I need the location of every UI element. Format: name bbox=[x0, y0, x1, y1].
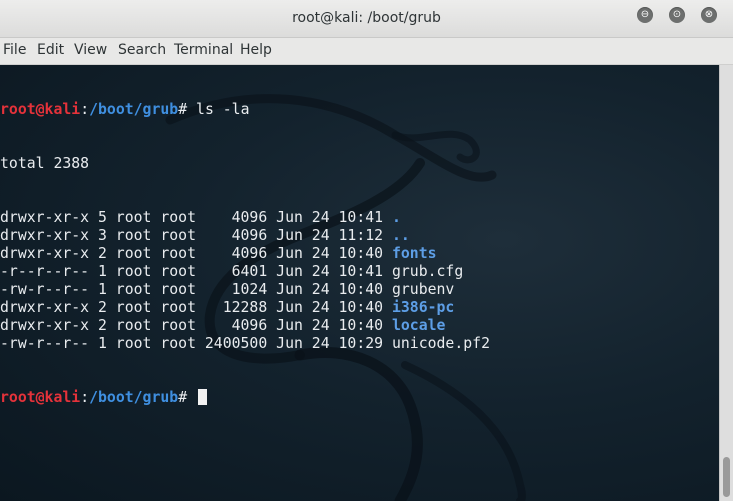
file-meta: drwxr-xr-x 5 root root 4096 Jun 24 10:41 bbox=[0, 209, 392, 226]
listing-row: drwxr-xr-x 3 root root 4096 Jun 24 11:12… bbox=[0, 227, 490, 245]
file-meta: drwxr-xr-x 2 root root 12288 Jun 24 10:4… bbox=[0, 299, 392, 316]
total-line: total 2388 bbox=[0, 155, 90, 172]
file-name: unicode.pf2 bbox=[391, 335, 490, 352]
command-line: root@kali:/boot/grub# ls -la bbox=[0, 101, 490, 119]
file-meta: drwxr-xr-x 2 root root 4096 Jun 24 10:40 bbox=[0, 245, 392, 262]
prompt-path: /boot/grub bbox=[89, 389, 179, 406]
listing-row: drwxr-xr-x 2 root root 4096 Jun 24 10:40… bbox=[0, 245, 490, 263]
vertical-scrollbar[interactable] bbox=[719, 65, 733, 501]
file-name: grubenv bbox=[391, 281, 455, 298]
menu-terminal[interactable]: Terminal bbox=[174, 42, 233, 58]
file-meta: drwxr-xr-x 2 root root 4096 Jun 24 10:40 bbox=[0, 317, 392, 334]
terminal-area[interactable]: root@kali:/boot/grub# ls -la total 2388 … bbox=[0, 65, 719, 501]
directory-name: locale bbox=[391, 317, 446, 334]
listing-row: drwxr-xr-x 2 root root 12288 Jun 24 10:4… bbox=[0, 299, 490, 317]
file-meta: -r--r--r-- 1 root root 6401 Jun 24 10:41 bbox=[0, 263, 392, 280]
prompt-symbol: # bbox=[178, 101, 197, 118]
menu-view[interactable]: View bbox=[74, 42, 107, 58]
menu-edit[interactable]: Edit bbox=[37, 42, 64, 58]
close-button[interactable]: ⊗ bbox=[701, 7, 717, 23]
listing-row: drwxr-xr-x 5 root root 4096 Jun 24 10:41… bbox=[0, 209, 490, 227]
prompt-path: /boot/grub bbox=[89, 101, 179, 118]
text-cursor bbox=[198, 389, 208, 405]
listing-row: -rw-r--r-- 1 root root 2400500 Jun 24 10… bbox=[0, 335, 490, 353]
listing-row: drwxr-xr-x 2 root root 4096 Jun 24 10:40… bbox=[0, 317, 490, 335]
listing-row: -r--r--r-- 1 root root 6401 Jun 24 10:41… bbox=[0, 263, 490, 281]
prompt-user-host: root@kali bbox=[0, 101, 81, 118]
prompt-user-host: root@kali bbox=[0, 389, 81, 406]
command-text: ls -la bbox=[196, 101, 250, 118]
listing-row: -rw-r--r-- 1 root root 1024 Jun 24 10:40… bbox=[0, 281, 490, 299]
menu-search[interactable]: Search bbox=[118, 42, 166, 58]
file-meta: drwxr-xr-x 3 root root 4096 Jun 24 11:12 bbox=[0, 227, 392, 244]
terminal-window: root@kali: /boot/grub ⊖ ⊙ ⊗ File Edit Vi… bbox=[0, 0, 733, 501]
prompt-symbol: # bbox=[178, 389, 197, 406]
menu-bar: File Edit View Search Terminal Help bbox=[0, 38, 733, 65]
file-meta: -rw-r--r-- 1 root root 2400500 Jun 24 10… bbox=[0, 335, 392, 352]
title-bar[interactable]: root@kali: /boot/grub ⊖ ⊙ ⊗ bbox=[0, 0, 733, 38]
file-meta: -rw-r--r-- 1 root root 1024 Jun 24 10:40 bbox=[0, 281, 392, 298]
scrollbar-thumb[interactable] bbox=[723, 457, 730, 497]
file-listing: drwxr-xr-x 5 root root 4096 Jun 24 10:41… bbox=[0, 209, 490, 353]
file-name: grub.cfg bbox=[391, 263, 464, 280]
directory-name: i386-pc bbox=[391, 299, 455, 316]
window-title: root@kali: /boot/grub bbox=[292, 10, 441, 26]
prompt-separator: : bbox=[80, 101, 90, 118]
directory-name: fonts bbox=[391, 245, 437, 262]
prompt-separator: : bbox=[80, 389, 90, 406]
menu-help[interactable]: Help bbox=[240, 42, 272, 58]
terminal-output: root@kali:/boot/grub# ls -la total 2388 … bbox=[0, 65, 490, 443]
directory-name: . bbox=[391, 209, 401, 226]
directory-name: .. bbox=[391, 227, 410, 244]
menu-file[interactable]: File bbox=[3, 42, 26, 58]
minimize-button[interactable]: ⊖ bbox=[637, 7, 653, 23]
maximize-button[interactable]: ⊙ bbox=[669, 7, 685, 23]
active-prompt-line[interactable]: root@kali:/boot/grub# bbox=[0, 389, 490, 407]
